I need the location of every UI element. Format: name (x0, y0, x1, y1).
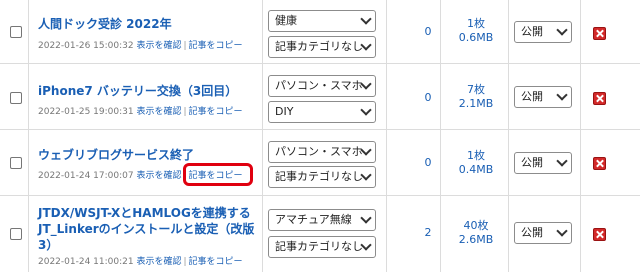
status-select[interactable]: 公開 (514, 21, 572, 43)
image-count: 1枚 (467, 17, 485, 30)
row-checkbox[interactable] (10, 228, 22, 240)
article-row: 人間ドック受診 2022年 2022-01-26 15:00:32 表示を確認 |… (0, 0, 640, 64)
image-count: 7枚 (467, 83, 485, 96)
category-select[interactable]: パソコン・スマホ (268, 141, 376, 163)
status-select[interactable]: 公開 (514, 152, 572, 174)
view-link[interactable]: 表示を確認 (136, 41, 181, 51)
image-size: 2.1MB (458, 97, 494, 110)
comment-count[interactable]: 2 (418, 226, 438, 239)
subcategory-select[interactable]: 記事カテゴリなし (268, 36, 376, 58)
chevron-down-icon (360, 13, 372, 25)
subcategory-select[interactable]: DIY (268, 101, 376, 123)
image-size: 0.6MB (458, 31, 494, 44)
chevron-down-icon (556, 89, 568, 101)
status-select[interactable]: 公開 (514, 222, 572, 244)
chevron-down-icon (360, 212, 372, 224)
delete-icon[interactable] (593, 92, 606, 105)
article-datetime: 2022-01-25 19:00:31 (38, 107, 134, 117)
comment-count[interactable]: 0 (418, 25, 438, 38)
image-info[interactable]: 1枚 0.4MB (448, 149, 504, 177)
delete-icon[interactable] (593, 228, 606, 241)
image-size: 0.4MB (458, 163, 494, 176)
delete-icon[interactable] (593, 157, 606, 170)
subcategory-select[interactable]: 記事カテゴリなし (268, 166, 376, 188)
article-meta: 2022-01-26 15:00:32 表示を確認 | 記事をコピー (38, 41, 243, 51)
chevron-down-icon (556, 155, 568, 167)
category-select[interactable]: アマチュア無線 (268, 209, 376, 231)
copy-article-link[interactable]: 記事をコピー (189, 257, 243, 267)
article-title[interactable]: ウェブリブログサービス終了 (38, 147, 256, 163)
article-row: iPhone7 バッテリー交換（3回目） 2022-01-25 19:00:31… (0, 64, 640, 130)
comment-count[interactable]: 0 (418, 156, 438, 169)
copy-article-link[interactable]: 記事をコピー (189, 41, 243, 51)
subcategory-select[interactable]: 記事カテゴリなし (268, 236, 376, 258)
row-checkbox[interactable] (10, 92, 22, 104)
article-title[interactable]: JTDX/WSJT-XとHAMLOGを連携するJT_Linkerのインストールと… (38, 205, 256, 253)
image-info[interactable]: 7枚 2.1MB (448, 83, 504, 111)
view-link[interactable]: 表示を確認 (136, 107, 181, 117)
image-size: 2.6MB (458, 233, 494, 246)
image-info[interactable]: 1枚 0.6MB (448, 17, 504, 45)
highlight-box (182, 163, 253, 186)
view-link[interactable]: 表示を確認 (136, 257, 181, 267)
article-title[interactable]: 人間ドック受診 2022年 (38, 16, 256, 32)
category-select[interactable]: 健康 (268, 10, 376, 32)
article-list: 人間ドック受診 2022年 2022-01-26 15:00:32 表示を確認 |… (0, 0, 640, 272)
article-row: JTDX/WSJT-XとHAMLOGを連携するJT_Linkerのインストールと… (0, 196, 640, 272)
row-checkbox[interactable] (10, 157, 22, 169)
category-select[interactable]: パソコン・スマホ (268, 75, 376, 97)
image-count: 1枚 (467, 149, 485, 162)
row-checkbox[interactable] (10, 26, 22, 38)
view-link[interactable]: 表示を確認 (136, 171, 181, 181)
article-row: ウェブリブログサービス終了 2022-01-24 17:00:07 表示を確認 |… (0, 130, 640, 196)
article-meta: 2022-01-24 17:00:07 表示を確認 | 記事をコピー (38, 163, 253, 186)
article-title[interactable]: iPhone7 バッテリー交換（3回目） (38, 83, 256, 99)
copy-article-link[interactable]: 記事をコピー (189, 107, 243, 117)
article-datetime: 2022-01-26 15:00:32 (38, 41, 134, 51)
chevron-down-icon (556, 225, 568, 237)
delete-icon[interactable] (593, 27, 606, 40)
image-info[interactable]: 40枚 2.6MB (448, 219, 504, 247)
article-meta: 2022-01-24 11:00:21 表示を確認 | 記事をコピー (38, 257, 243, 267)
chevron-down-icon (556, 24, 568, 36)
article-datetime: 2022-01-24 17:00:07 (38, 171, 134, 181)
article-datetime: 2022-01-24 11:00:21 (38, 257, 134, 267)
image-count: 40枚 (463, 219, 489, 232)
article-meta: 2022-01-25 19:00:31 表示を確認 | 記事をコピー (38, 107, 243, 117)
comment-count[interactable]: 0 (418, 91, 438, 104)
chevron-down-icon (360, 104, 372, 116)
status-select[interactable]: 公開 (514, 86, 572, 108)
